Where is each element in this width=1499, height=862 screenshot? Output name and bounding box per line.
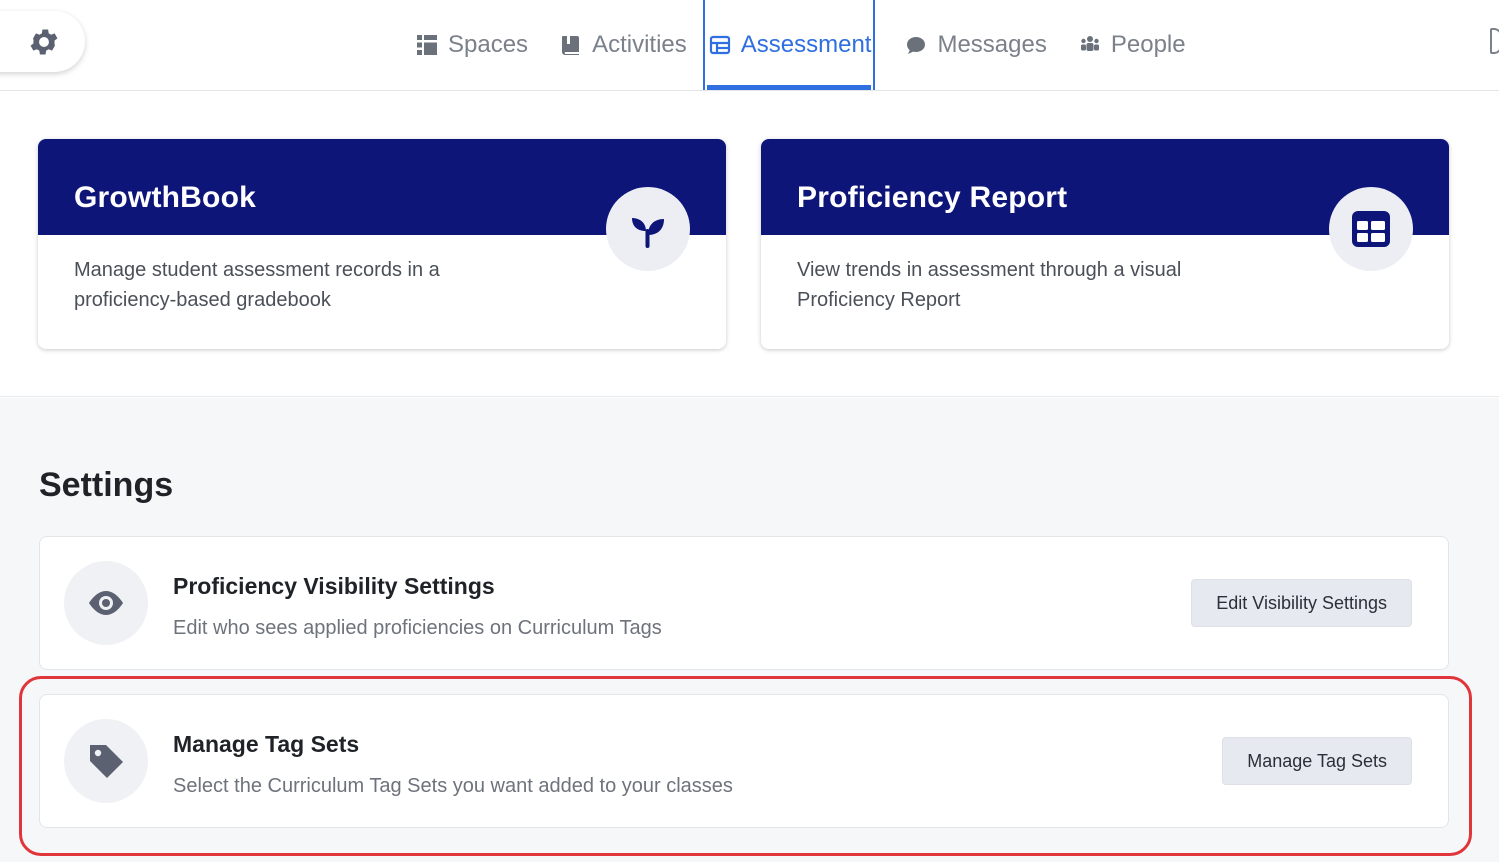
manage-tag-sets-button[interactable]: Manage Tag Sets bbox=[1222, 737, 1412, 785]
card-description: View trends in assessment through a visu… bbox=[797, 259, 1182, 311]
sprout-icon bbox=[632, 218, 664, 248]
card-icon-badge bbox=[1329, 187, 1413, 271]
row-description: Select the Curriculum Tag Sets you want … bbox=[173, 775, 733, 797]
nav-item-label: Spaces bbox=[448, 31, 529, 58]
row-title: Proficiency Visibility Settings bbox=[173, 573, 495, 599]
nav-item-assessment[interactable]: Assessment bbox=[702, 0, 876, 90]
nav-overflow-icon[interactable] bbox=[1490, 28, 1499, 54]
table-grid-icon bbox=[1352, 211, 1390, 247]
eye-icon bbox=[89, 591, 123, 615]
spaces-icon bbox=[417, 35, 437, 55]
nav-item-label: Activities bbox=[592, 31, 687, 58]
book-icon bbox=[562, 36, 580, 55]
table-icon bbox=[709, 35, 730, 55]
gear-icon bbox=[30, 29, 58, 54]
proficiency-visibility-row: Proficiency Visibility Settings Edit who… bbox=[39, 536, 1449, 670]
nav-item-label: Messages bbox=[937, 31, 1047, 58]
nav-item-people[interactable]: People bbox=[1063, 0, 1202, 90]
growthbook-card[interactable]: GrowthBook Manage student assessment rec… bbox=[38, 139, 726, 349]
card-description: Manage student assessment records in a p… bbox=[74, 259, 440, 311]
proficiency-report-card[interactable]: Proficiency Report View trends in assess… bbox=[761, 139, 1449, 349]
nav-item-messages[interactable]: Messages bbox=[889, 0, 1062, 90]
card-icon-badge bbox=[606, 187, 690, 271]
row-icon-badge bbox=[64, 719, 148, 803]
tag-icon bbox=[90, 745, 123, 778]
main-nav: Spaces Activities Assessment Messages Pe… bbox=[400, 0, 1202, 90]
top-navigation-bar: Spaces Activities Assessment Messages Pe… bbox=[0, 0, 1499, 91]
edit-visibility-settings-button[interactable]: Edit Visibility Settings bbox=[1191, 579, 1412, 627]
assessment-tools-section: GrowthBook Manage student assessment rec… bbox=[0, 91, 1499, 397]
nav-item-spaces[interactable]: Spaces bbox=[400, 0, 544, 90]
chat-bubble-icon bbox=[907, 37, 926, 54]
settings-section: Settings Proficiency Visibility Settings… bbox=[0, 398, 1499, 862]
settings-heading: Settings bbox=[39, 466, 174, 504]
manage-tag-sets-row: Manage Tag Sets Select the Curriculum Ta… bbox=[39, 694, 1449, 828]
people-icon bbox=[1080, 36, 1099, 51]
nav-item-label: Assessment bbox=[740, 31, 872, 58]
row-icon-badge bbox=[64, 561, 148, 645]
nav-item-activities[interactable]: Activities bbox=[544, 0, 703, 90]
nav-item-label: People bbox=[1110, 31, 1186, 58]
settings-gear-button[interactable] bbox=[0, 11, 85, 72]
row-description: Edit who sees applied proficiencies on C… bbox=[173, 617, 662, 639]
row-title: Manage Tag Sets bbox=[173, 731, 360, 757]
